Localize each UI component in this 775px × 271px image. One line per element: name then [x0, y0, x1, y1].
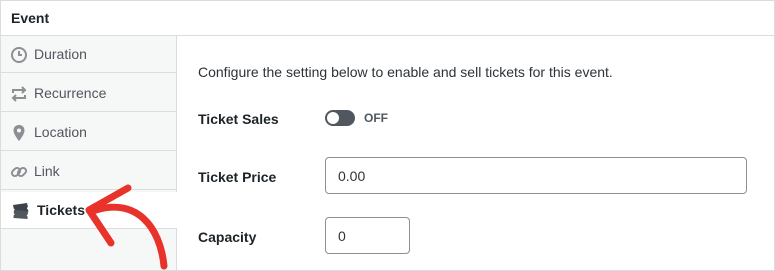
sidebar-item-label: Tickets: [37, 202, 85, 218]
sidebar-item-recurrence[interactable]: Recurrence: [1, 75, 176, 112]
event-panel: Event Duration Recurrence Location Link …: [0, 0, 775, 271]
sidebar-item-tickets[interactable]: Tickets: [1, 192, 177, 229]
link-icon: [10, 166, 28, 178]
sidebar-item-label: Duration: [34, 46, 87, 62]
sidebar-item-duration[interactable]: Duration: [1, 36, 176, 73]
tickets-icon: [13, 203, 29, 219]
ticket-sales-label: Ticket Sales: [198, 111, 279, 127]
capacity-input[interactable]: [325, 217, 410, 254]
ticket-price-input[interactable]: [325, 157, 747, 194]
panel-header: Event: [1, 1, 774, 36]
panel-title: Event: [11, 10, 50, 26]
capacity-label: Capacity: [198, 229, 257, 245]
sidebar-item-location[interactable]: Location: [1, 114, 176, 151]
sidebar-item-label: Link: [34, 163, 60, 179]
ticket-sales-toggle[interactable]: [325, 110, 355, 126]
recurrence-icon: [11, 86, 27, 102]
toggle-knob: [327, 112, 339, 124]
tickets-settings: Configure the setting below to enable an…: [177, 36, 774, 270]
location-pin-icon: [13, 125, 25, 141]
intro-text: Configure the setting below to enable an…: [198, 64, 613, 80]
sidebar-item-link[interactable]: Link: [1, 153, 176, 190]
sidebar-item-label: Location: [34, 124, 87, 140]
sidebar-item-label: Recurrence: [34, 85, 107, 101]
ticket-sales-state: OFF: [364, 111, 388, 125]
clock-icon: [11, 47, 27, 63]
ticket-price-label: Ticket Price: [198, 169, 277, 185]
event-sidebar: Duration Recurrence Location Link Ticket…: [1, 36, 177, 270]
